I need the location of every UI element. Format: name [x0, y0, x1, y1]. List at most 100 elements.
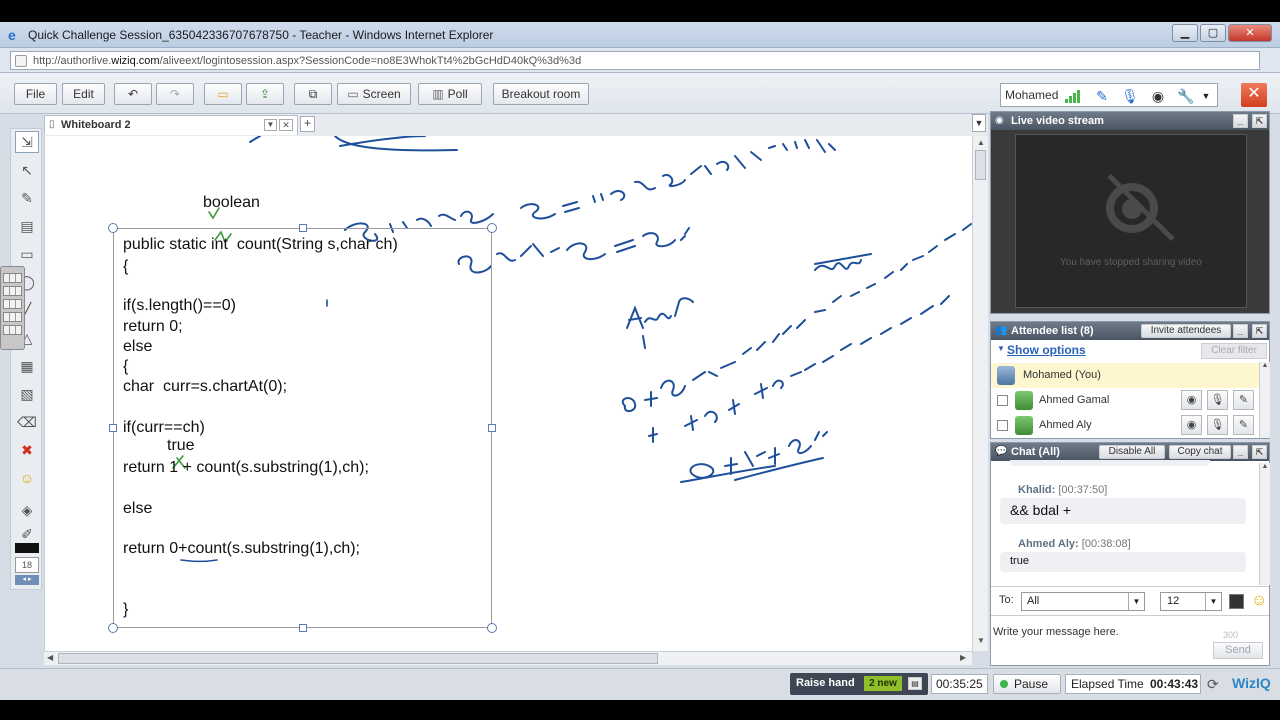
resize-handle-tr[interactable]: [487, 223, 497, 233]
attendee-panel-header: 👥 Attendee list (8) Invite attendees _ ⇱: [991, 322, 1269, 340]
redo-button[interactable]: ↷: [156, 83, 194, 105]
canvas-horizontal-scrollbar[interactable]: ◀ ▶: [44, 651, 972, 665]
settings-wrench-icon[interactable]: 🔧: [1177, 87, 1195, 105]
resize-handle-bl[interactable]: [108, 623, 118, 633]
attendee-scrollbar[interactable]: ▲: [1259, 362, 1270, 438]
microphone-icon[interactable]: 🎙: [1121, 87, 1139, 105]
font-size-field[interactable]: 18: [15, 557, 39, 573]
select-move-tool-icon[interactable]: ⇲: [15, 131, 39, 153]
chat-scrollbar[interactable]: ▲: [1259, 463, 1270, 585]
color-swatch[interactable]: [15, 543, 39, 553]
user-menu-dropdown-icon[interactable]: ▼: [1199, 87, 1213, 105]
minimize-panel-button[interactable]: _: [1233, 324, 1248, 338]
canvas-vertical-scrollbar[interactable]: ▲ ▼: [972, 136, 988, 651]
window-title: Quick Challenge Session_6350423367076787…: [28, 28, 494, 42]
text-tool-icon[interactable]: ▤: [15, 215, 39, 237]
chat-font-size-select[interactable]: 12 ▼: [1160, 592, 1222, 611]
breakout-room-button[interactable]: Breakout room: [493, 83, 589, 105]
attendee-pen-icon[interactable]: ✎: [1233, 415, 1254, 435]
window-close-button[interactable]: ✕: [1228, 24, 1272, 42]
screen-share-button[interactable]: ▭ Screen: [337, 83, 411, 105]
pencil-tool-icon[interactable]: ✎: [15, 187, 39, 209]
attendee-mic-icon[interactable]: 🎙: [1207, 415, 1228, 435]
resize-handle-r[interactable]: [488, 424, 496, 432]
tab-close-icon[interactable]: ✕: [279, 119, 293, 131]
scroll-down-icon[interactable]: ▼: [977, 636, 985, 645]
send-button[interactable]: Send: [1213, 642, 1263, 659]
copy-chat-button[interactable]: Copy chat: [1169, 445, 1231, 459]
line-color-icon[interactable]: ✐: [15, 523, 39, 545]
exit-session-button[interactable]: ✕: [1241, 83, 1267, 107]
highlighter-tool-icon[interactable]: ▧: [15, 383, 39, 405]
minimize-button[interactable]: ▁: [1172, 24, 1198, 42]
chat-recipient-select[interactable]: All ▼: [1021, 592, 1145, 611]
fill-color-icon[interactable]: ◈: [15, 499, 39, 521]
chat-message-input[interactable]: Write your message here.: [993, 626, 1119, 638]
scroll-thumb[interactable]: [975, 150, 986, 180]
attendee-row[interactable]: Ahmed Gamal ◉ 🎙 ✎: [991, 388, 1269, 413]
url-field[interactable]: http://authorlive.wiziq.com/aliveext/log…: [10, 51, 1260, 70]
scroll-thumb[interactable]: [58, 653, 658, 664]
chevron-down-icon[interactable]: ▼: [1205, 593, 1221, 610]
attendee-checkbox[interactable]: [997, 395, 1008, 406]
tool-flyout-menu[interactable]: [0, 266, 25, 350]
undo-button[interactable]: ↶: [114, 83, 152, 105]
tab-whiteboard-2[interactable]: ▯ Whiteboard 2 ▼ ✕: [44, 115, 298, 135]
add-whiteboard-tab-button[interactable]: +: [300, 116, 315, 132]
rectangle-tool-icon[interactable]: ▭: [15, 243, 39, 265]
scroll-right-icon[interactable]: ▶: [960, 653, 966, 662]
resize-handle-br[interactable]: [487, 623, 497, 633]
emoticon-icon[interactable]: ☺: [1251, 592, 1267, 610]
show-options-link[interactable]: Show options: [1007, 343, 1086, 357]
raise-hand-bar[interactable]: Raise hand 2 new ▤: [790, 673, 928, 695]
webcam-icon[interactable]: ◉: [1149, 87, 1167, 105]
resize-handle-tl[interactable]: [108, 223, 118, 233]
upload-button[interactable]: ⇪: [246, 83, 284, 105]
tab-dropdown-icon[interactable]: ▼: [264, 119, 277, 131]
size-stepper[interactable]: ◂ ▸: [15, 575, 39, 585]
expand-panel-button[interactable]: ⇱: [1252, 324, 1267, 338]
delete-tool-icon[interactable]: ✖: [15, 439, 39, 461]
disable-all-button[interactable]: Disable All: [1099, 445, 1165, 459]
refresh-icon[interactable]: ⟳: [1207, 676, 1219, 693]
pause-button[interactable]: Pause: [993, 674, 1061, 694]
attendee-row[interactable]: Ahmed Aly ◉ 🎙 ✎: [991, 413, 1269, 438]
session-clock: 00:35:25: [931, 674, 988, 694]
minimize-panel-button[interactable]: _: [1233, 445, 1248, 459]
whiteboard-menu-dropdown-icon[interactable]: ▼: [972, 114, 986, 132]
poll-button[interactable]: ▥ Poll: [418, 83, 482, 105]
emoticon-tool-icon[interactable]: ☺: [15, 467, 39, 489]
resize-handle-b[interactable]: [299, 624, 307, 632]
attendee-checkbox[interactable]: [997, 420, 1008, 431]
edit-button[interactable]: Edit: [62, 83, 105, 105]
attendee-mic-icon[interactable]: 🎙: [1207, 390, 1228, 410]
attendee-row-self[interactable]: Mohamed (You): [991, 363, 1269, 388]
eraser-tool-icon[interactable]: ⌫: [15, 411, 39, 433]
content-button[interactable]: ⧉: [294, 83, 332, 105]
scroll-left-icon[interactable]: ◀: [47, 653, 53, 662]
video-icon: ◉: [995, 115, 1004, 126]
resize-handle-l[interactable]: [109, 424, 117, 432]
attendee-webcam-icon[interactable]: ◉: [1181, 390, 1202, 410]
table-tool-icon[interactable]: ▦: [15, 355, 39, 377]
pointer-tool-icon[interactable]: ↖: [15, 159, 39, 181]
code-line: else: [123, 338, 153, 355]
attendee-pen-icon[interactable]: ✎: [1233, 390, 1254, 410]
expand-panel-button[interactable]: ⇱: [1252, 445, 1267, 459]
users-icon: 👥: [995, 325, 1008, 336]
minimize-panel-button[interactable]: _: [1233, 114, 1248, 128]
raise-hand-list-icon[interactable]: ▤: [908, 677, 922, 690]
chat-text-color-swatch[interactable]: [1229, 594, 1244, 609]
attendee-webcam-icon[interactable]: ◉: [1181, 415, 1202, 435]
open-folder-button[interactable]: ▭: [204, 83, 242, 105]
resize-handle-t[interactable]: [299, 224, 307, 232]
pen-icon[interactable]: ✎: [1093, 87, 1111, 105]
maximize-button[interactable]: ▢: [1200, 24, 1226, 42]
clear-filter-button[interactable]: Clear filter: [1201, 343, 1267, 359]
invite-attendees-button[interactable]: Invite attendees: [1141, 324, 1231, 338]
scroll-up-icon[interactable]: ▲: [977, 138, 985, 147]
expand-panel-button[interactable]: ⇱: [1252, 114, 1267, 128]
chevron-down-icon[interactable]: ▼: [1128, 593, 1144, 610]
whiteboard-canvas[interactable]: boolean public static int count(String s…: [44, 136, 972, 651]
file-button[interactable]: File: [14, 83, 57, 105]
